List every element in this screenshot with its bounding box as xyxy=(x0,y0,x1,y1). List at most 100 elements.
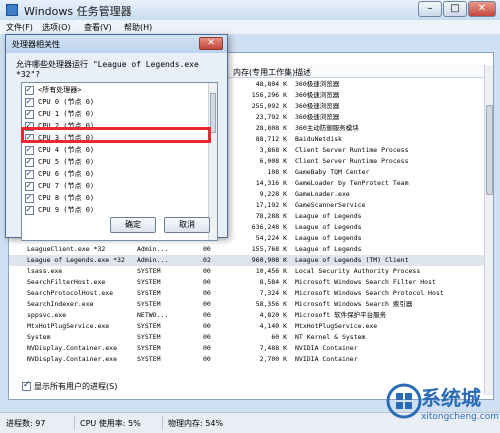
menu-file[interactable]: 文件(F) xyxy=(6,22,33,33)
column-memory[interactable]: 内存(专用工作集) xyxy=(233,67,295,78)
checkbox-icon[interactable] xyxy=(22,380,31,391)
cpu-item-label: CPU 6 (节点 0) xyxy=(38,170,95,178)
process-description: GameLoader by TenProtect Team xyxy=(295,179,409,187)
table-row[interactable]: SearchIndexer.exe SYSTEM 00 58,356 K Microso… xyxy=(9,299,485,310)
cpu-item-label: CPU 8 (节点 0) xyxy=(38,194,95,202)
table-row[interactable]: LeagueClient.exe *32 Admin... 00 155,768 K L… xyxy=(9,244,485,255)
show-all-users-checkbox[interactable]: 显示所有用户的进程(S) xyxy=(22,380,118,393)
cpu-item[interactable]: CPU 5 (节点 0) xyxy=(25,156,94,168)
cancel-button[interactable]: 取消 xyxy=(164,217,210,233)
show-all-label: 显示所有用户的进程(S) xyxy=(34,382,118,391)
dialog-close-button[interactable]: ✕ xyxy=(199,37,223,50)
cpu-item[interactable]: CPU 0 (节点 0) xyxy=(25,96,94,108)
app-icon xyxy=(6,4,18,16)
table-row[interactable]: SearchFilterHost.exe SYSTEM 00 8,584 K Micro… xyxy=(9,277,485,288)
cpu0-highlight-box xyxy=(21,127,211,143)
watermark-name: 系统城 xyxy=(421,386,481,410)
process-memory: 58,356 K xyxy=(255,300,287,308)
cpu-item[interactable]: CPU 4 (节点 0) xyxy=(25,144,94,156)
process-memory: 6,008 K xyxy=(259,157,287,165)
process-description: League of Legends xyxy=(295,234,362,242)
process-memory: 48,804 K xyxy=(255,80,287,88)
table-row[interactable]: NVDisplay.Container.exe SYSTEM 00 7,488 K NV… xyxy=(9,343,485,354)
process-description: Microsoft Windows Search Filter Host xyxy=(295,278,436,286)
process-memory: 8,584 K xyxy=(259,278,287,286)
process-memory: 60 K xyxy=(271,333,287,341)
table-row[interactable]: MtxHotPlugService.exe SYSTEM 00 4,140 K MtxH… xyxy=(9,321,485,332)
close-button[interactable]: ✕ xyxy=(468,1,496,17)
process-user: Admin... xyxy=(137,256,169,264)
table-row[interactable]: League of Legends.exe *32 Admin... 02 960,9… xyxy=(9,255,485,266)
process-user: SYSTEM xyxy=(137,355,161,363)
process-user: SYSTEM xyxy=(137,289,161,297)
window-title: Windows 任务管理器 xyxy=(24,5,132,18)
process-name: MtxHotPlugService.exe xyxy=(27,322,110,330)
process-description: GameBaby TQM Center xyxy=(295,168,370,176)
process-description: Local Security Authority Process xyxy=(295,267,421,275)
process-cpu: 00 xyxy=(203,344,211,352)
table-row[interactable]: NVDisplay.Container.exe SYSTEM 00 2,700 K NV… xyxy=(9,354,485,365)
menu-help[interactable]: 帮助(H) xyxy=(124,22,152,33)
process-memory: 156,296 K xyxy=(251,91,287,99)
cpu-item[interactable]: CPU 8 (节点 0) xyxy=(25,192,94,204)
process-memory: 2,700 K xyxy=(259,355,287,363)
minimize-button[interactable]: – xyxy=(418,1,442,17)
cpu-item-label: CPU 9 (节点 0) xyxy=(38,206,95,214)
process-description: 360极速浏览器 xyxy=(295,102,340,110)
checkbox-icon[interactable] xyxy=(25,156,34,168)
process-memory: 17,192 K xyxy=(255,201,287,209)
process-cpu: 00 xyxy=(203,289,211,297)
processor-affinity-dialog: 处理器相关性 ✕ 允许哪些处理器运行 "League of Legends.ex… xyxy=(5,34,228,241)
process-user: SYSTEM xyxy=(137,344,161,352)
menu-view[interactable]: 查看(V) xyxy=(84,22,112,33)
cpu-item[interactable]: CPU 9 (节点 0) xyxy=(25,204,94,216)
process-memory: 78,288 K xyxy=(255,212,287,220)
title-bar: Windows 任务管理器 – □ ✕ xyxy=(0,0,500,20)
cpu-item[interactable]: CPU 6 (节点 0) xyxy=(25,168,94,180)
watermark-logo-icon xyxy=(386,383,422,419)
checkbox-icon[interactable] xyxy=(25,144,34,156)
process-cpu: 00 xyxy=(203,311,211,319)
cpu-item[interactable]: CPU 1 (节点 0) xyxy=(25,108,94,120)
checkbox-icon[interactable] xyxy=(25,192,34,204)
checkbox-icon[interactable] xyxy=(25,204,34,216)
process-memory: 10,456 K xyxy=(255,267,287,275)
checkbox-icon[interactable] xyxy=(25,168,34,180)
process-memory: 3,868 K xyxy=(259,146,287,154)
vertical-scrollbar[interactable] xyxy=(484,65,493,395)
menu-options[interactable]: 选项(O) xyxy=(42,22,71,33)
table-row[interactable]: lsass.exe SYSTEM 00 10,456 K Local Security … xyxy=(9,266,485,277)
process-description: BaiduNetdisk xyxy=(295,135,342,143)
column-description[interactable]: 描述 xyxy=(295,67,311,78)
process-description: MtxHotPlugService.exe xyxy=(295,322,378,330)
process-description: NVIDIA Container xyxy=(295,355,358,363)
all-processors-item[interactable]: <所有处理器> xyxy=(25,84,81,96)
dialog-prompt: 允许哪些处理器运行 "League of Legends.exe *32"? xyxy=(16,60,199,79)
process-memory: 4,820 K xyxy=(259,311,287,319)
maximize-button[interactable]: □ xyxy=(443,1,467,17)
dialog-title: 处理器相关性 xyxy=(12,40,60,49)
cpu-item[interactable]: CPU 7 (节点 0) xyxy=(25,180,94,192)
process-name: LeagueClient.exe *32 xyxy=(27,245,106,253)
table-row[interactable]: SearchProtocolHost.exe SYSTEM 00 7,324 K Mic… xyxy=(9,288,485,299)
checkbox-icon[interactable] xyxy=(25,84,34,96)
cpu-item-label: CPU 5 (节点 0) xyxy=(38,158,95,166)
cpu-item-label: CPU 4 (节点 0) xyxy=(38,146,95,154)
scrollbar-thumb[interactable] xyxy=(486,105,493,195)
cpu-item-label: CPU 1 (节点 0) xyxy=(38,110,95,118)
checkbox-icon[interactable] xyxy=(25,108,34,120)
process-name: SearchIndexer.exe xyxy=(27,300,94,308)
process-memory: 9,228 K xyxy=(259,190,287,198)
dialog-title-bar: 处理器相关性 ✕ xyxy=(6,35,227,53)
table-row[interactable]: System SYSTEM 00 60 K NT Kernel & System xyxy=(9,332,485,343)
status-memory: 物理内存: 54% xyxy=(168,419,224,428)
checkbox-icon[interactable] xyxy=(25,96,34,108)
process-description: League of Legends xyxy=(295,245,362,253)
checkbox-icon[interactable] xyxy=(25,180,34,192)
process-name: SearchProtocolHost.exe xyxy=(27,289,114,297)
table-row[interactable]: sppsvc.exe NETWO... 00 4,820 K Microsoft 软件保… xyxy=(9,310,485,321)
process-memory: 108 K xyxy=(267,168,287,176)
cpu-list-scrollbar[interactable] xyxy=(208,83,217,240)
ok-button[interactable]: 确定 xyxy=(110,217,156,233)
process-description: 360极速浏览器 xyxy=(295,80,340,88)
